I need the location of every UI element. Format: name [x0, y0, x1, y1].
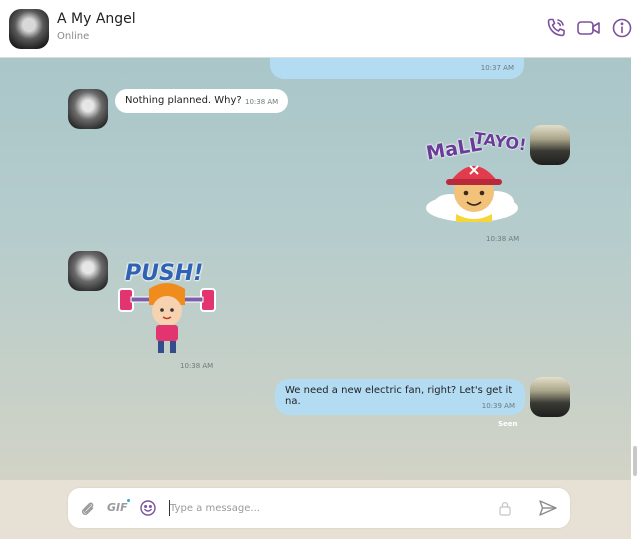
chat-header: A My Angel Online: [0, 0, 634, 58]
message-input[interactable]: [170, 498, 440, 518]
message-list[interactable]: 10:37 AM Nothing planned. Why? 10:38 AM …: [0, 57, 631, 480]
message-bubble-incoming[interactable]: Nothing planned. Why? 10:38 AM: [115, 89, 288, 113]
message-bubble-outgoing[interactable]: We need a new electric fan, right? Let's…: [275, 379, 525, 415]
message-time: 10:38 AM: [486, 235, 520, 243]
emoji-icon[interactable]: [139, 499, 157, 521]
video-icon[interactable]: [576, 16, 602, 40]
message-time: 10:37 AM: [480, 64, 514, 72]
contact-avatar[interactable]: [68, 89, 108, 129]
lock-icon[interactable]: [498, 500, 512, 520]
message-time: 10:39 AM: [481, 402, 515, 410]
scrollbar[interactable]: [631, 57, 640, 539]
message-time: 10:38 AM: [245, 98, 279, 106]
my-avatar[interactable]: [530, 377, 570, 417]
paperclip-icon[interactable]: [78, 499, 96, 521]
scrollbar-thumb[interactable]: [633, 446, 637, 476]
sticker-word: PUSH!: [125, 261, 204, 286]
message-composer: GIF: [68, 488, 570, 528]
message-text: Nothing planned. Why?: [125, 95, 242, 106]
contact-avatar[interactable]: [9, 9, 49, 49]
info-icon[interactable]: [610, 16, 634, 40]
phone-icon[interactable]: [544, 16, 568, 40]
send-icon[interactable]: [538, 499, 558, 521]
seen-indicator: Seen: [498, 420, 518, 428]
message-time: 10:38 AM: [180, 362, 214, 370]
gif-new-dot: [127, 499, 130, 502]
contact-status: Online: [57, 31, 90, 42]
gif-icon[interactable]: GIF: [107, 501, 128, 514]
contact-name[interactable]: A My Angel: [57, 11, 136, 27]
sticker-push[interactable]: PUSH!: [117, 259, 217, 355]
sticker-mall-tayo[interactable]: MaLL TAYO!: [420, 128, 528, 227]
contact-avatar[interactable]: [68, 251, 108, 291]
my-avatar[interactable]: [530, 125, 570, 165]
message-bubble-outgoing[interactable]: 10:37 AM: [270, 57, 524, 79]
